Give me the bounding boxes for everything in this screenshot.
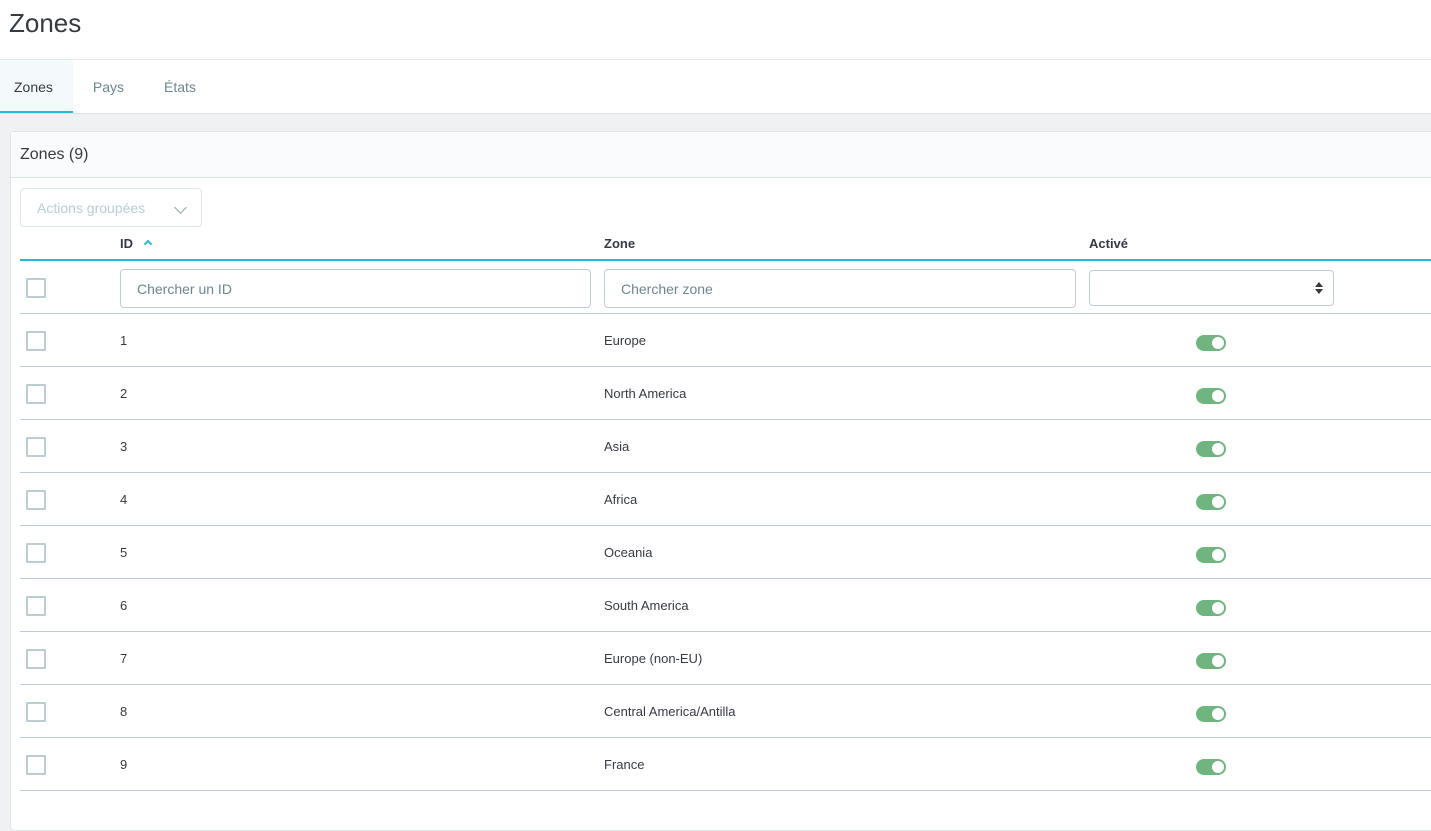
sort-arrows-icon <box>1315 282 1323 294</box>
page-title: Zones <box>9 8 82 38</box>
row-zone: France <box>604 757 645 772</box>
row-id: 4 <box>120 492 128 507</box>
row-checkbox[interactable] <box>26 543 46 563</box>
active-toggle[interactable] <box>1196 494 1226 510</box>
chevron-up-icon[interactable] <box>143 239 153 249</box>
row-zone: Central America/Antilla <box>604 704 736 719</box>
filter-row <box>20 261 1431 314</box>
table-row: 2 North America <box>20 367 1431 420</box>
table-row: 7 Europe (non-EU) <box>20 632 1431 685</box>
page-header: Zones Zones Pays États <box>0 0 1431 114</box>
row-id: 2 <box>120 386 128 401</box>
table-row: 6 South America <box>20 579 1431 632</box>
column-header-id[interactable]: ID <box>120 236 153 251</box>
row-checkbox[interactable] <box>26 384 46 404</box>
row-checkbox[interactable] <box>26 649 46 669</box>
table-row: 5 Oceania <box>20 526 1431 579</box>
header-bottom-border <box>0 113 1431 114</box>
tab-bar: Zones Pays États <box>0 60 216 114</box>
card-title: Zones (9) <box>11 132 1431 178</box>
row-zone: Oceania <box>604 545 653 560</box>
active-filter-select[interactable] <box>1089 270 1334 306</box>
chevron-down-icon <box>174 201 187 214</box>
tab-pays[interactable]: Pays <box>73 60 144 114</box>
row-zone: Europe (non-EU) <box>604 651 703 666</box>
zone-search-input[interactable] <box>604 269 1076 308</box>
active-toggle[interactable] <box>1196 388 1226 404</box>
row-id: 8 <box>120 704 128 719</box>
bulk-actions-button[interactable]: Actions groupées <box>20 188 202 227</box>
active-toggle[interactable] <box>1196 600 1226 616</box>
bulk-actions-label: Actions groupées <box>37 199 146 216</box>
row-checkbox[interactable] <box>26 437 46 457</box>
zones-table-body: 1 Europe 2 North America 3 Asia 4 Africa… <box>20 314 1431 791</box>
table-row: 3 Asia <box>20 420 1431 473</box>
row-id: 9 <box>120 757 128 772</box>
active-toggle[interactable] <box>1196 706 1226 722</box>
row-checkbox[interactable] <box>26 755 46 775</box>
row-zone: South America <box>604 598 689 613</box>
table-row: 4 Africa <box>20 473 1431 526</box>
column-header-active[interactable]: Activé <box>1089 236 1128 251</box>
select-all-checkbox[interactable] <box>26 278 46 298</box>
row-zone: North America <box>604 386 687 401</box>
row-id: 7 <box>120 651 128 666</box>
row-id: 1 <box>120 333 128 348</box>
row-id: 3 <box>120 439 128 454</box>
active-toggle[interactable] <box>1196 441 1226 457</box>
row-checkbox[interactable] <box>26 331 46 351</box>
active-toggle[interactable] <box>1196 335 1226 351</box>
row-id: 6 <box>120 598 128 613</box>
id-search-input[interactable] <box>120 269 591 308</box>
active-toggle[interactable] <box>1196 759 1226 775</box>
row-zone: Asia <box>604 439 630 454</box>
column-header-zone[interactable]: Zone <box>604 236 635 251</box>
row-checkbox[interactable] <box>26 490 46 510</box>
table-row: 8 Central America/Antilla <box>20 685 1431 738</box>
row-checkbox[interactable] <box>26 702 46 722</box>
tab-zones[interactable]: Zones <box>0 60 73 114</box>
column-header-id-label: ID <box>120 236 133 251</box>
row-zone: Europe <box>604 333 646 348</box>
tab-etats[interactable]: États <box>144 60 216 114</box>
row-id: 5 <box>120 545 128 560</box>
active-toggle[interactable] <box>1196 653 1226 669</box>
table-row: 1 Europe <box>20 314 1431 367</box>
zones-card: Zones (9) Actions groupées ID Zone Activ… <box>10 131 1431 831</box>
table-row: 9 France <box>20 738 1431 791</box>
row-checkbox[interactable] <box>26 596 46 616</box>
active-toggle[interactable] <box>1196 547 1226 563</box>
row-zone: Africa <box>604 492 638 507</box>
